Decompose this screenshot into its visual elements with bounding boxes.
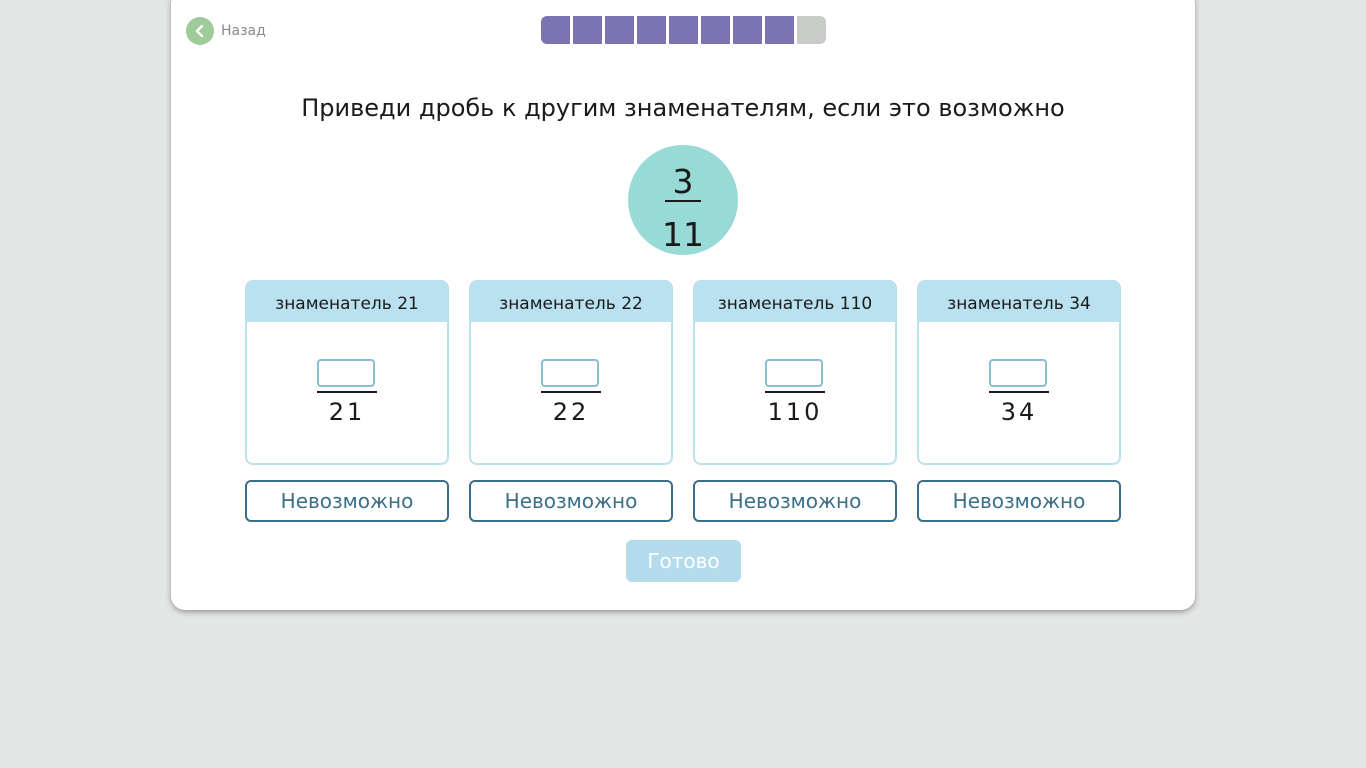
chevron-left-icon: [186, 17, 214, 45]
done-button[interactable]: Готово: [626, 540, 741, 582]
back-button[interactable]: Назад: [186, 17, 266, 45]
option-box-21: знаменатель 21 21: [245, 280, 449, 465]
fraction-bar: [665, 200, 701, 202]
option-box-110: знаменатель 110 110: [693, 280, 897, 465]
option-header: знаменатель 34: [919, 282, 1119, 322]
option-header: знаменатель 21: [247, 282, 447, 322]
impossible-button-22[interactable]: Невозможно: [469, 480, 673, 522]
progress-segment-done: [541, 16, 570, 44]
numerator-input[interactable]: [989, 359, 1047, 387]
progress-segment-done: [637, 16, 666, 44]
option-denominator: 34: [1000, 398, 1038, 426]
progress-segment-done: [605, 16, 634, 44]
progress-segment-done: [733, 16, 762, 44]
progress-segment-done: [669, 16, 698, 44]
progress-segment-done: [765, 16, 794, 44]
numerator-input[interactable]: [541, 359, 599, 387]
fraction-bar: [989, 391, 1049, 393]
back-label: Назад: [221, 23, 266, 39]
option-denominator: 110: [767, 398, 823, 426]
numerator-input[interactable]: [765, 359, 823, 387]
task-title: Приведи дробь к другим знаменателям, есл…: [301, 94, 1065, 122]
source-denominator: 11: [662, 215, 704, 254]
option-denominator: 22: [552, 398, 590, 426]
progress-segment-done: [701, 16, 730, 44]
option-header: знаменатель 110: [695, 282, 895, 322]
impossible-button-110[interactable]: Невозможно: [693, 480, 897, 522]
option-header: знаменатель 22: [471, 282, 671, 322]
option-denominator: 21: [328, 398, 366, 426]
source-fraction: 3 11: [628, 145, 738, 255]
numerator-input[interactable]: [317, 359, 375, 387]
progress-segment-done: [573, 16, 602, 44]
fraction-bar: [317, 391, 377, 393]
fraction-bar: [765, 391, 825, 393]
option-box-22: знаменатель 22 22: [469, 280, 673, 465]
impossible-button-21[interactable]: Невозможно: [245, 480, 449, 522]
progress-bar: [541, 16, 826, 44]
option-box-34: знаменатель 34 34: [917, 280, 1121, 465]
source-numerator: 3: [672, 162, 694, 201]
progress-segment-todo: [797, 16, 826, 44]
fraction-bar: [541, 391, 601, 393]
impossible-button-34[interactable]: Невозможно: [917, 480, 1121, 522]
